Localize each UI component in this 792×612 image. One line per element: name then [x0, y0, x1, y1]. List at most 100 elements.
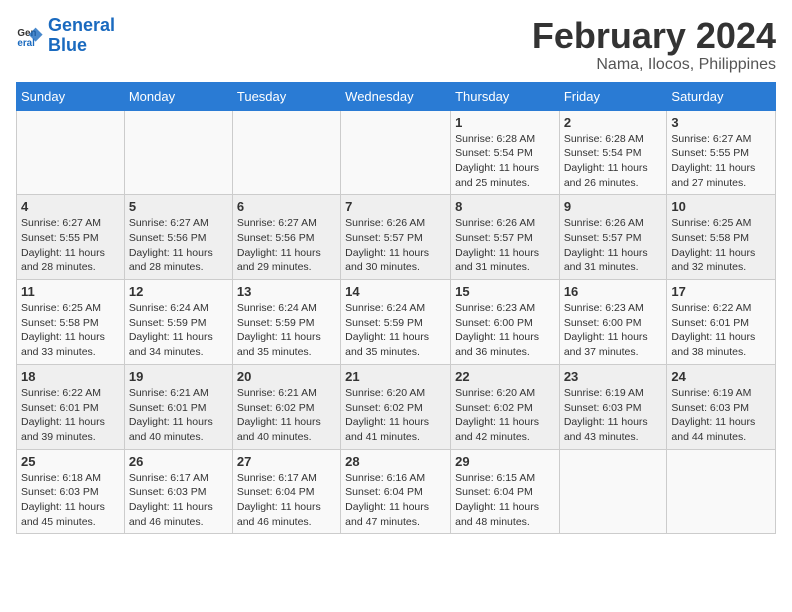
logo-text: General Blue	[48, 16, 115, 56]
day-number: 14	[345, 284, 446, 299]
calendar-cell: 21 Sunrise: 6:20 AM Sunset: 6:02 PM Dayli…	[341, 364, 451, 449]
logo-general: General	[48, 15, 115, 35]
day-header-sunday: Sunday	[17, 82, 125, 110]
calendar-cell: 8Sunrise: 6:26 AM Sunset: 5:57 PM Daylig…	[451, 195, 560, 280]
day-number: 5	[129, 199, 228, 214]
location-title: Nama, Ilocos, Philippines	[532, 56, 776, 74]
calendar-cell: 4 Sunrise: 6:27 AM Sunset: 5:55 PM Daylig…	[17, 195, 125, 280]
day-info: Sunrise: 6:25 AM Sunset: 5:58 PM Dayligh…	[21, 301, 120, 360]
calendar-cell	[341, 110, 451, 195]
calendar-cell: 5 Sunrise: 6:27 AM Sunset: 5:56 PM Daylig…	[124, 195, 232, 280]
day-number: 9	[564, 199, 663, 214]
calendar-cell: 25Sunrise: 6:18 AM Sunset: 6:03 PM Dayli…	[17, 449, 125, 534]
day-info: Sunrise: 6:25 AM Sunset: 5:58 PM Dayligh…	[671, 216, 771, 275]
day-number: 12	[129, 284, 228, 299]
calendar-cell	[559, 449, 667, 534]
day-info: Sunrise: 6:23 AM Sunset: 6:00 PM Dayligh…	[564, 301, 663, 360]
calendar-cell: 11Sunrise: 6:25 AM Sunset: 5:58 PM Dayli…	[17, 280, 125, 365]
day-header-friday: Friday	[559, 82, 667, 110]
calendar-cell: 18Sunrise: 6:22 AM Sunset: 6:01 PM Dayli…	[17, 364, 125, 449]
day-number: 18	[21, 369, 120, 384]
day-info: Sunrise: 6:15 AM Sunset: 6:04 PM Dayligh…	[455, 471, 555, 530]
calendar-cell: 2 Sunrise: 6:28 AM Sunset: 5:54 PM Daylig…	[559, 110, 667, 195]
day-header-monday: Monday	[124, 82, 232, 110]
day-info: Sunrise: 6:26 AM Sunset: 5:57 PM Dayligh…	[564, 216, 663, 275]
calendar-cell: 26 Sunrise: 6:17 AM Sunset: 6:03 PM Dayli…	[124, 449, 232, 534]
day-info: Sunrise: 6:27 AM Sunset: 5:55 PM Dayligh…	[21, 216, 120, 275]
calendar-cell: 22 Sunrise: 6:20 AM Sunset: 6:02 PM Dayli…	[451, 364, 560, 449]
calendar-cell: 24 Sunrise: 6:19 AM Sunset: 6:03 PM Dayli…	[667, 364, 776, 449]
day-number: 8	[455, 199, 555, 214]
day-number: 23	[564, 369, 663, 384]
day-header-tuesday: Tuesday	[232, 82, 340, 110]
day-header-saturday: Saturday	[667, 82, 776, 110]
day-number: 6	[237, 199, 336, 214]
week-row-4: 18Sunrise: 6:22 AM Sunset: 6:01 PM Dayli…	[17, 364, 776, 449]
calendar-cell: 19 Sunrise: 6:21 AM Sunset: 6:01 PM Dayli…	[124, 364, 232, 449]
calendar-cell: 9 Sunrise: 6:26 AM Sunset: 5:57 PM Daylig…	[559, 195, 667, 280]
day-number: 28	[345, 454, 446, 469]
title-area: February 2024 Nama, Ilocos, Philippines	[532, 16, 776, 74]
day-info: Sunrise: 6:19 AM Sunset: 6:03 PM Dayligh…	[671, 386, 771, 445]
calendar-cell: 3Sunrise: 6:27 AM Sunset: 5:55 PM Daylig…	[667, 110, 776, 195]
header: Gen eral General Blue February 2024 Nama…	[16, 16, 776, 74]
calendar-cell: 17Sunrise: 6:22 AM Sunset: 6:01 PM Dayli…	[667, 280, 776, 365]
day-number: 27	[237, 454, 336, 469]
week-row-5: 25Sunrise: 6:18 AM Sunset: 6:03 PM Dayli…	[17, 449, 776, 534]
week-row-3: 11Sunrise: 6:25 AM Sunset: 5:58 PM Dayli…	[17, 280, 776, 365]
day-info: Sunrise: 6:17 AM Sunset: 6:03 PM Dayligh…	[129, 471, 228, 530]
calendar-cell	[667, 449, 776, 534]
week-row-2: 4 Sunrise: 6:27 AM Sunset: 5:55 PM Daylig…	[17, 195, 776, 280]
day-number: 15	[455, 284, 555, 299]
week-row-1: 1 Sunrise: 6:28 AM Sunset: 5:54 PM Daylig…	[17, 110, 776, 195]
day-info: Sunrise: 6:20 AM Sunset: 6:02 PM Dayligh…	[345, 386, 446, 445]
header-row: SundayMondayTuesdayWednesdayThursdayFrid…	[17, 82, 776, 110]
calendar-cell: 6 Sunrise: 6:27 AM Sunset: 5:56 PM Daylig…	[232, 195, 340, 280]
day-info: Sunrise: 6:27 AM Sunset: 5:56 PM Dayligh…	[237, 216, 336, 275]
day-info: Sunrise: 6:24 AM Sunset: 5:59 PM Dayligh…	[129, 301, 228, 360]
day-info: Sunrise: 6:26 AM Sunset: 5:57 PM Dayligh…	[345, 216, 446, 275]
day-number: 10	[671, 199, 771, 214]
logo: Gen eral General Blue	[16, 16, 115, 56]
calendar-cell: 23 Sunrise: 6:19 AM Sunset: 6:03 PM Dayli…	[559, 364, 667, 449]
day-info: Sunrise: 6:19 AM Sunset: 6:03 PM Dayligh…	[564, 386, 663, 445]
day-number: 13	[237, 284, 336, 299]
calendar-cell: 1 Sunrise: 6:28 AM Sunset: 5:54 PM Daylig…	[451, 110, 560, 195]
calendar-cell: 12 Sunrise: 6:24 AM Sunset: 5:59 PM Dayli…	[124, 280, 232, 365]
day-info: Sunrise: 6:28 AM Sunset: 5:54 PM Dayligh…	[564, 132, 663, 191]
day-number: 22	[455, 369, 555, 384]
day-number: 21	[345, 369, 446, 384]
calendar-cell: 29Sunrise: 6:15 AM Sunset: 6:04 PM Dayli…	[451, 449, 560, 534]
calendar-cell: 15 Sunrise: 6:23 AM Sunset: 6:00 PM Dayli…	[451, 280, 560, 365]
day-info: Sunrise: 6:20 AM Sunset: 6:02 PM Dayligh…	[455, 386, 555, 445]
day-number: 1	[455, 115, 555, 130]
svg-text:eral: eral	[17, 38, 35, 49]
day-info: Sunrise: 6:23 AM Sunset: 6:00 PM Dayligh…	[455, 301, 555, 360]
day-number: 24	[671, 369, 771, 384]
calendar-cell: 28 Sunrise: 6:16 AM Sunset: 6:04 PM Dayli…	[341, 449, 451, 534]
logo-blue: Blue	[48, 35, 87, 55]
day-number: 3	[671, 115, 771, 130]
calendar-cell: 13Sunrise: 6:24 AM Sunset: 5:59 PM Dayli…	[232, 280, 340, 365]
day-info: Sunrise: 6:24 AM Sunset: 5:59 PM Dayligh…	[345, 301, 446, 360]
day-number: 19	[129, 369, 228, 384]
day-number: 26	[129, 454, 228, 469]
day-number: 4	[21, 199, 120, 214]
calendar-cell: 20Sunrise: 6:21 AM Sunset: 6:02 PM Dayli…	[232, 364, 340, 449]
day-number: 17	[671, 284, 771, 299]
day-info: Sunrise: 6:18 AM Sunset: 6:03 PM Dayligh…	[21, 471, 120, 530]
month-title: February 2024	[532, 16, 776, 56]
day-info: Sunrise: 6:28 AM Sunset: 5:54 PM Dayligh…	[455, 132, 555, 191]
day-number: 7	[345, 199, 446, 214]
calendar-cell: 14 Sunrise: 6:24 AM Sunset: 5:59 PM Dayli…	[341, 280, 451, 365]
calendar-cell	[232, 110, 340, 195]
day-number: 16	[564, 284, 663, 299]
day-info: Sunrise: 6:16 AM Sunset: 6:04 PM Dayligh…	[345, 471, 446, 530]
day-number: 2	[564, 115, 663, 130]
day-info: Sunrise: 6:27 AM Sunset: 5:56 PM Dayligh…	[129, 216, 228, 275]
calendar-table: SundayMondayTuesdayWednesdayThursdayFrid…	[16, 82, 776, 535]
day-info: Sunrise: 6:21 AM Sunset: 6:01 PM Dayligh…	[129, 386, 228, 445]
calendar-cell: 10 Sunrise: 6:25 AM Sunset: 5:58 PM Dayli…	[667, 195, 776, 280]
day-number: 20	[237, 369, 336, 384]
calendar-cell: 16 Sunrise: 6:23 AM Sunset: 6:00 PM Dayli…	[559, 280, 667, 365]
